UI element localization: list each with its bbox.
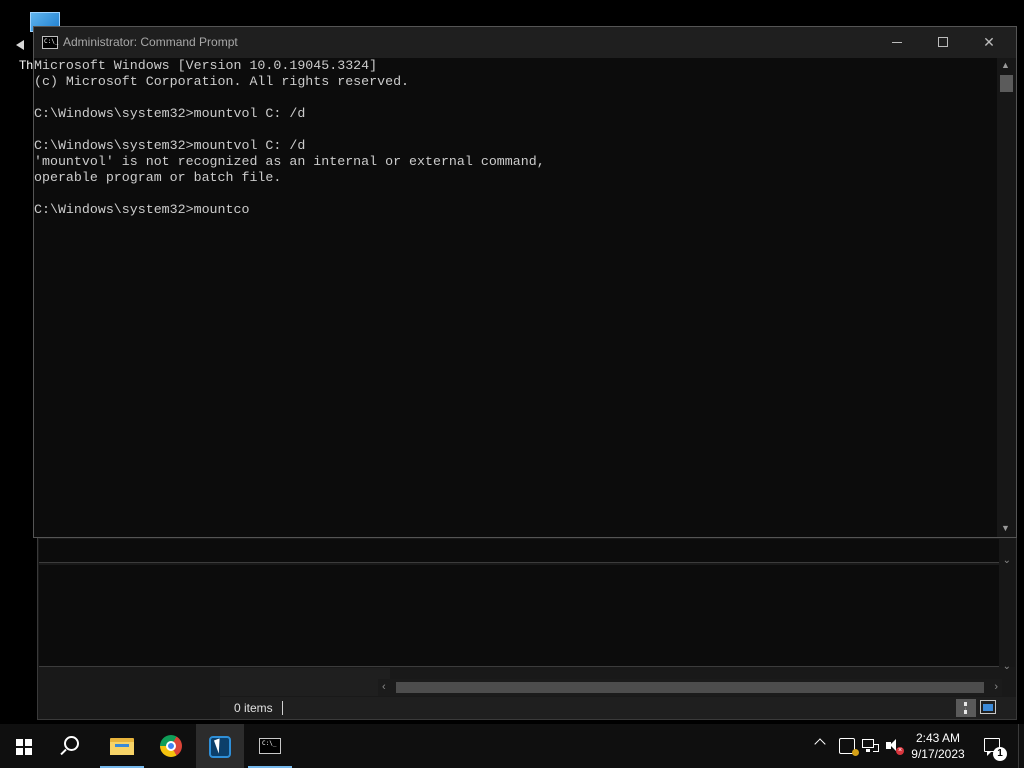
taskbar-app-active[interactable] [196, 724, 244, 768]
large-icons-view-icon [983, 704, 993, 711]
command-prompt-window[interactable]: C:\_ Administrator: Command Prompt ✕ Mic… [33, 26, 1017, 538]
clock-date: 9/17/2023 [911, 747, 965, 761]
cmd-title-bar[interactable]: C:\_ Administrator: Command Prompt ✕ [34, 27, 1016, 58]
show-desktop-button[interactable] [1018, 724, 1024, 768]
details-view-icon [964, 702, 967, 714]
show-hidden-icons-chevron-icon[interactable] [814, 738, 826, 750]
taskbar-chrome[interactable] [148, 724, 196, 768]
large-icons-view-button[interactable] [980, 700, 996, 714]
search-button[interactable] [48, 724, 96, 768]
close-button[interactable]: ✕ [966, 27, 1012, 58]
network-icon[interactable] [862, 738, 879, 754]
console-line: C:\Windows\system32>mountvol C: /d [34, 106, 306, 121]
maximize-button[interactable] [920, 27, 966, 58]
horizontal-scroll-thumb[interactable] [396, 682, 984, 693]
scroll-left-arrow-icon[interactable]: ‹ [382, 679, 386, 696]
terminal-icon: C:\_ [259, 738, 281, 754]
volume-muted-icon[interactable]: × [886, 738, 904, 755]
cmd-vertical-scrollbar[interactable]: ▲ ▼ [997, 58, 1016, 537]
close-icon: ✕ [983, 34, 995, 50]
cmd-app-icon[interactable]: C:\_ [42, 36, 58, 49]
explorer-horizontal-scrollbar[interactable]: ‹ › [378, 679, 1002, 696]
console-input-line[interactable]: C:\Windows\system32>mountco [34, 202, 996, 218]
windows-update-icon[interactable] [839, 738, 859, 756]
explorer-vertical-scrollbar[interactable]: ⌄ ⌄ [999, 539, 1015, 672]
chrome-icon [160, 735, 182, 757]
explorer-nav-pane-bottom [220, 668, 390, 696]
scroll-right-arrow-icon[interactable]: › [994, 679, 998, 696]
search-icon [64, 736, 79, 751]
scroll-down-arrow-icon[interactable]: ▼ [1001, 523, 1010, 533]
explorer-content-pane [39, 565, 1001, 667]
scroll-down-arrow-icon[interactable]: ⌄ [1003, 555, 1011, 566]
desktop: Th ⌄ ⌄ ‹ › 0 items C:\_ Administrator: C… [0, 0, 1024, 720]
details-view-button[interactable] [956, 699, 976, 717]
start-button[interactable] [0, 724, 48, 768]
console-line: (c) Microsoft Corporation. All rights re… [34, 74, 410, 89]
clock-time: 2:43 AM [915, 731, 961, 745]
scroll-up-arrow-icon[interactable]: ▲ [1001, 60, 1010, 70]
notification-count-badge: 1 [993, 747, 1007, 761]
taskbar: C:\_ × 2:43 AM 9/17/2023 1 [0, 724, 1024, 768]
minimize-button[interactable] [874, 27, 920, 58]
cmd-scroll-thumb[interactable] [1000, 75, 1013, 92]
console-line: Microsoft Windows [Version 10.0.19045.33… [34, 58, 378, 73]
status-separator [282, 701, 283, 715]
explorer-ribbon-pane [39, 539, 1001, 563]
maximize-icon [938, 37, 948, 47]
desktop-icon-label[interactable]: Th [19, 58, 33, 72]
taskbar-file-explorer[interactable] [98, 724, 146, 768]
console-line: operable program or batch file. [34, 170, 282, 185]
taskbar-command-prompt[interactable]: C:\_ [246, 724, 294, 768]
file-explorer-window: ⌄ ⌄ ‹ › 0 items [37, 530, 1017, 720]
console-output[interactable]: Microsoft Windows [Version 10.0.19045.33… [34, 58, 996, 537]
explorer-status-bar: 0 items [220, 697, 1016, 719]
console-line: 'mountvol' is not recognized as an inter… [34, 154, 545, 169]
minimize-icon [892, 42, 902, 43]
windows-logo-icon [16, 739, 32, 755]
window-title: Administrator: Command Prompt [63, 35, 238, 49]
scroll-down-arrow-icon[interactable]: ⌄ [1003, 661, 1011, 672]
taskbar-clock[interactable]: 2:43 AM 9/17/2023 [906, 730, 970, 762]
item-count-text: 0 items [234, 701, 273, 715]
console-line: C:\Windows\system32>mountvol C: /d [34, 138, 306, 153]
